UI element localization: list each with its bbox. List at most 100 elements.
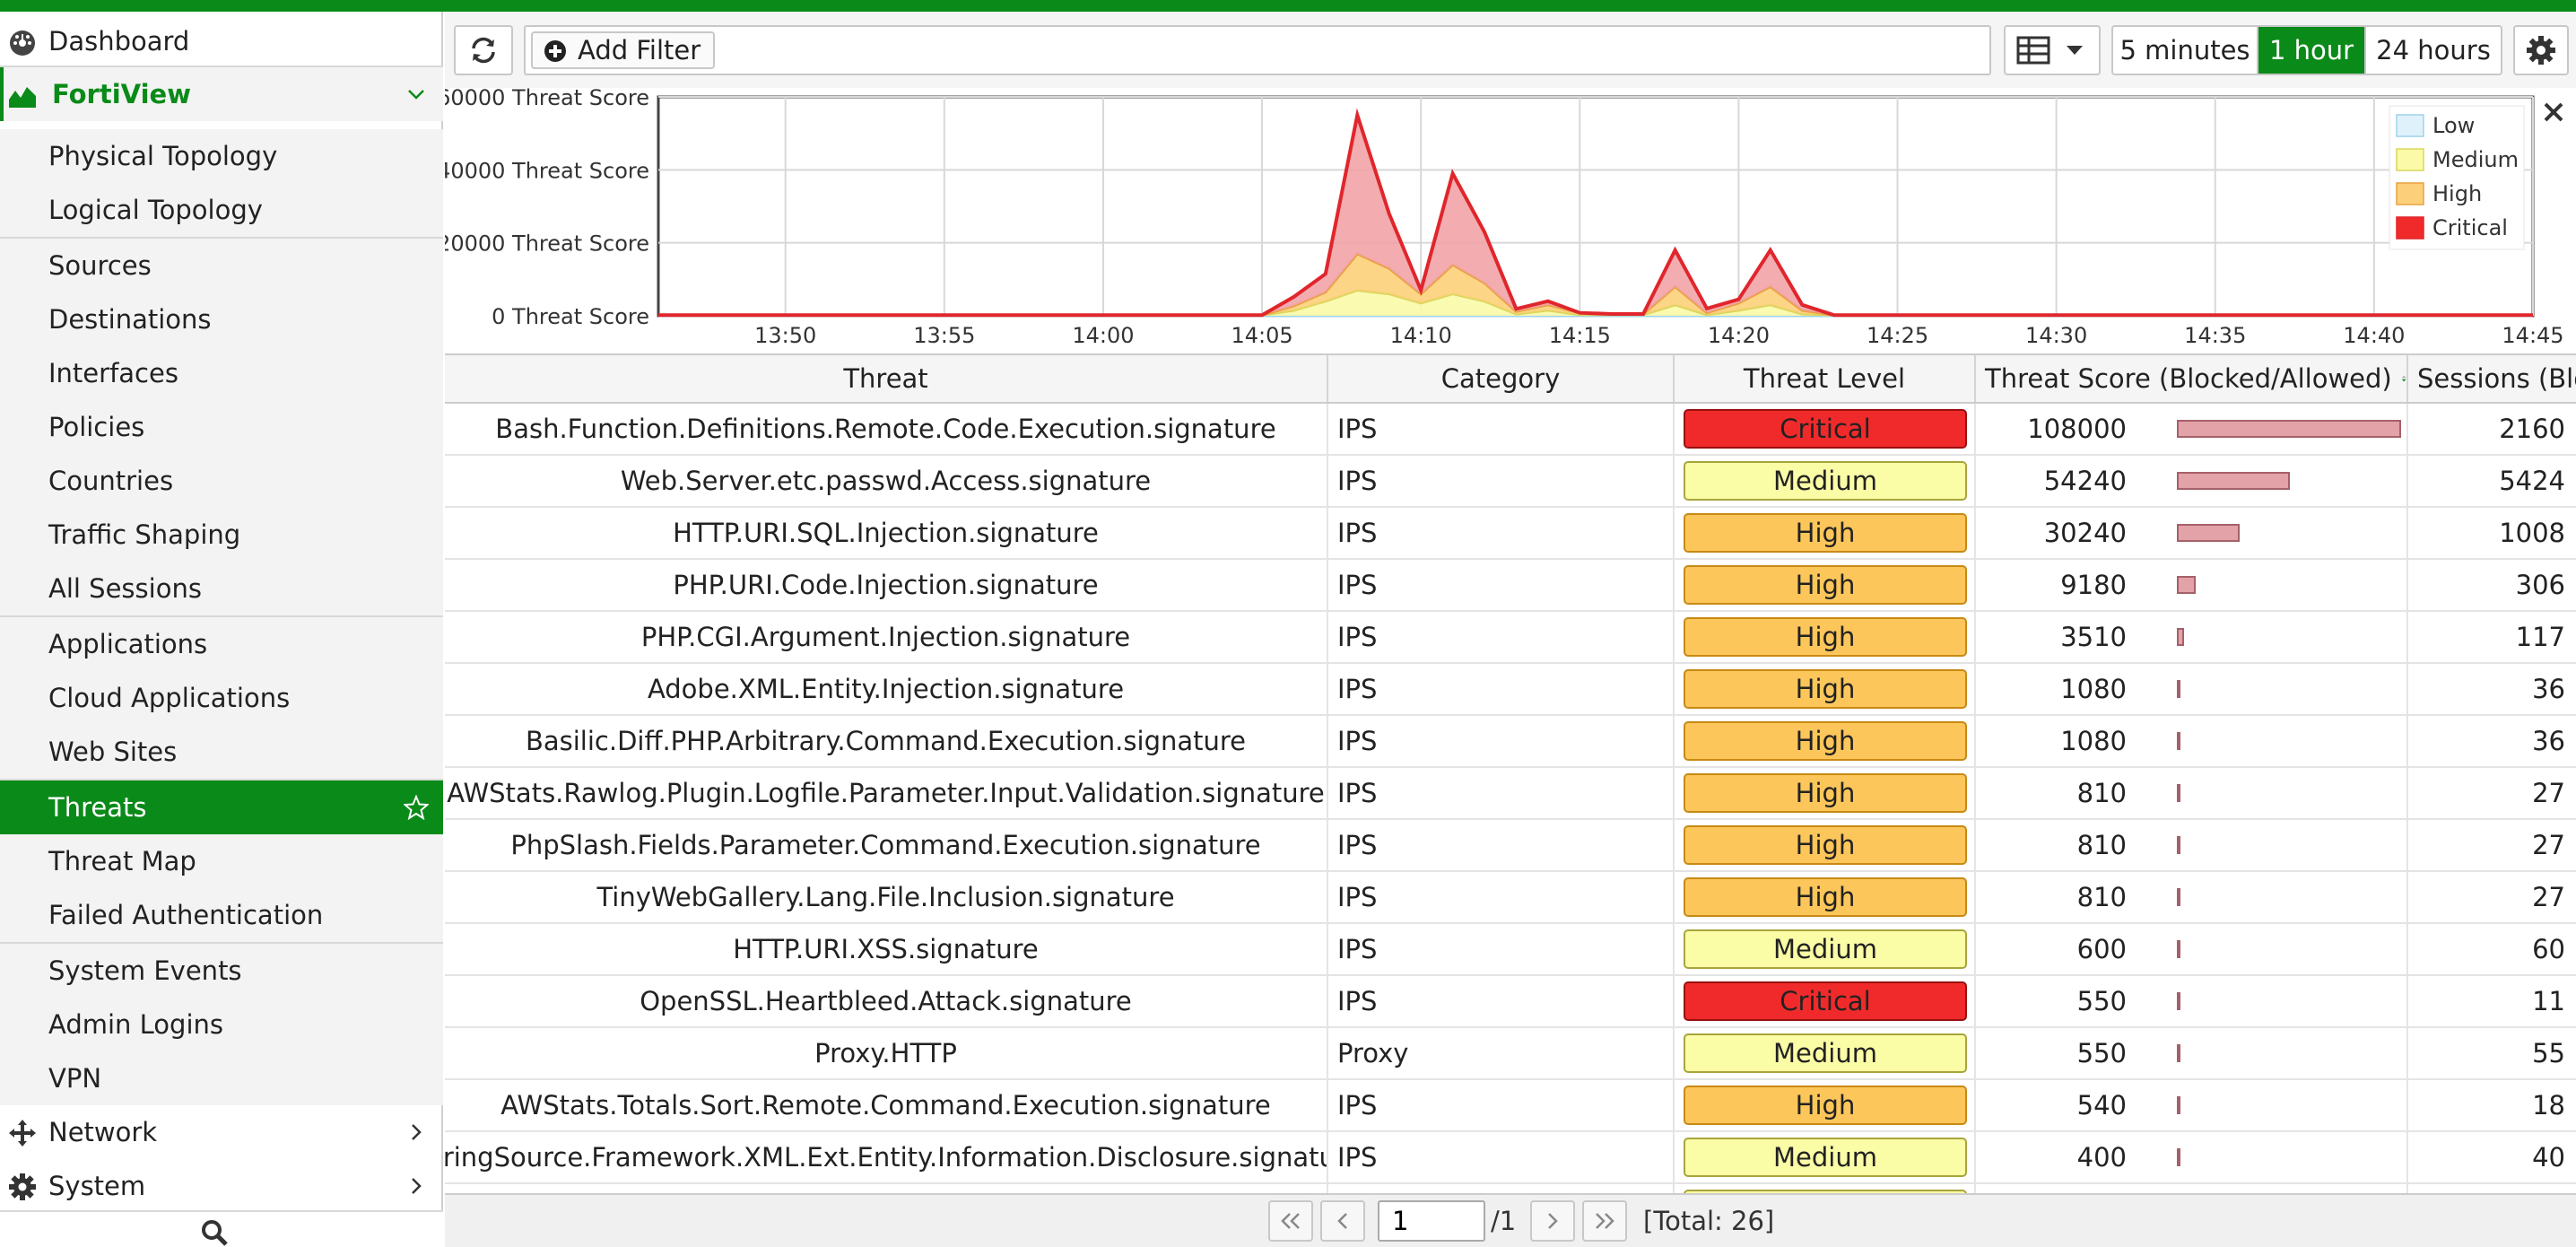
sidebar-item-physical-topology[interactable]: Physical Topology (0, 129, 443, 183)
table-row[interactable]: HTTP.URI.SQL.Injection.signature IPS High 3… (445, 508, 2576, 560)
sidebar-item-cloud-applications[interactable]: Cloud Applications (0, 671, 443, 725)
cell-category: IPS (1328, 820, 1675, 870)
threat-score-bar (2177, 680, 2180, 698)
table-row[interactable]: Medium (445, 1184, 2576, 1193)
refresh-button[interactable] (454, 25, 513, 75)
x-tick-label: 14:30 (2025, 323, 2087, 348)
previous-page-button[interactable] (1320, 1200, 1365, 1242)
sidebar-item-countries[interactable]: Countries (0, 454, 443, 508)
column-header-label: Threat (843, 363, 928, 394)
cell-threat-level: High (1675, 612, 1976, 662)
table-row[interactable]: TinyWebGallery.Lang.File.Inclusion.signa… (445, 872, 2576, 924)
table-row[interactable]: AWStats.Rawlog.Plugin.Logfile.Parameter.… (445, 768, 2576, 820)
cell-category: IPS (1328, 768, 1675, 818)
cell-category: IPS (1328, 1132, 1675, 1182)
page-number-input[interactable] (1378, 1200, 1485, 1242)
cell-category: IPS (1328, 560, 1675, 610)
gear-icon (9, 1173, 36, 1200)
threat-score-value: 9180 (2060, 570, 2127, 600)
next-page-button[interactable] (1530, 1200, 1575, 1242)
sidebar-item-failed-authentication[interactable]: Failed Authentication (0, 888, 443, 942)
time-option-1-hour[interactable]: 1 hour (2258, 27, 2366, 74)
sidebar-item-all-sessions[interactable]: All Sessions (0, 562, 443, 615)
table-row[interactable]: PHP.CGI.Argument.Injection.signature IPS H… (445, 612, 2576, 664)
sidebar-item-threat-map[interactable]: Threat Map (0, 834, 443, 888)
sidebar-item-destinations[interactable]: Destinations (0, 292, 443, 346)
sidebar-item-policies[interactable]: Policies (0, 400, 443, 454)
table-row[interactable]: Web.Server.etc.passwd.Access.signature IP… (445, 456, 2576, 508)
sidebar-item-label: System (48, 1171, 146, 1201)
column-header-threat-level[interactable]: Threat Level (1675, 355, 1976, 402)
cell-threat-score (1976, 1184, 2408, 1193)
sidebar-item-label: Web Sites (48, 737, 178, 767)
column-header-label: Sessions (Blo (2417, 363, 2576, 394)
time-option-5-minutes[interactable]: 5 minutes (2113, 27, 2258, 74)
table-row[interactable]: AWStats.Totals.Sort.Remote.Command.Execu… (445, 1080, 2576, 1132)
close-chart-button[interactable] (2544, 102, 2563, 122)
threat-score-bar (2177, 992, 2180, 1010)
filter-bar[interactable]: Add Filter (524, 25, 1991, 75)
settings-button[interactable] (2513, 25, 2569, 75)
category-text: IPS (1337, 1142, 1378, 1173)
sidebar-item-system[interactable]: System (0, 1159, 443, 1213)
sidebar-item-label: System Events (48, 955, 242, 986)
cell-threat (445, 1184, 1328, 1193)
sidebar-item-interfaces[interactable]: Interfaces (0, 346, 443, 400)
add-filter-button[interactable]: Add Filter (531, 31, 716, 69)
threat-level-badge: High (1684, 721, 1967, 761)
threat-name: AWStats.Rawlog.Plugin.Logfile.Parameter.… (447, 778, 1325, 808)
column-header-threat-score[interactable]: Threat Score (Blocked/Allowed) (1976, 355, 2408, 402)
table-row[interactable]: Proxy.HTTP Proxy Medium 550 55 (445, 1028, 2576, 1080)
column-header-threat[interactable]: Threat (445, 355, 1328, 402)
chevron-right-icon (1548, 1213, 1558, 1229)
cell-threat: PhpSlash.Fields.Parameter.Command.Execut… (445, 820, 1328, 870)
sidebar-item-system-events[interactable]: System Events (0, 944, 443, 998)
cell-threat: PHP.CGI.Argument.Injection.signature (445, 612, 1328, 662)
sidebar-item-logical-topology[interactable]: Logical Topology (0, 183, 443, 237)
cell-threat-level: High (1675, 820, 1976, 870)
sidebar-item-sources[interactable]: Sources (0, 239, 443, 292)
sidebar-item-admin-logins[interactable]: Admin Logins (0, 998, 443, 1051)
view-type-dropdown[interactable] (2004, 25, 2101, 75)
column-header-sessions[interactable]: Sessions (Blo (2408, 355, 2576, 402)
table-row[interactable]: Adobe.XML.Entity.Injection.signature IPS H… (445, 664, 2576, 716)
sessions-value: 55 (2532, 1038, 2565, 1068)
first-page-button[interactable] (1268, 1200, 1313, 1242)
table-row[interactable]: HTTP.URI.XSS.signature IPS Medium 600 60 (445, 924, 2576, 976)
sidebar-item-label: VPN (48, 1063, 102, 1094)
last-page-button[interactable] (1582, 1200, 1627, 1242)
cell-threat-score: 810 (1976, 820, 2408, 870)
table-row[interactable]: Basilic.Diff.PHP.Arbitrary.Command.Execu… (445, 716, 2576, 768)
sidebar-item-traffic-shaping[interactable]: Traffic Shaping (0, 508, 443, 562)
column-header-label: Threat Score (Blocked/Allowed) (1985, 363, 2392, 394)
table-row[interactable]: OpenSSL.Heartbleed.Attack.signature IPS Cr… (445, 976, 2576, 1028)
cell-sessions: 27 (2408, 768, 2576, 818)
star-icon[interactable] (404, 795, 429, 820)
chart-x-axis: 13:50 13:55 14:00 14:05 14:10 14:15 14:20 14:25… (754, 323, 2563, 348)
sidebar-item-applications[interactable]: Applications (0, 617, 443, 671)
sidebar-item-fortiview[interactable]: FortiView (0, 67, 443, 121)
threat-score-value: 600 (2076, 934, 2127, 964)
legend-label: High (2432, 181, 2482, 206)
column-header-category[interactable]: Category (1328, 355, 1675, 402)
sidebar-item-threats[interactable]: Threats (0, 780, 443, 834)
chevron-right-icon (412, 1124, 422, 1140)
sidebar-item-network[interactable]: Network (0, 1105, 443, 1159)
sidebar-item-dashboard[interactable]: Dashboard (0, 14, 443, 68)
sidebar-item-web-sites[interactable]: Web Sites (0, 725, 443, 779)
sidebar-item-label: Interfaces (48, 358, 178, 388)
table-row[interactable]: PhpSlash.Fields.Parameter.Command.Execut… (445, 820, 2576, 872)
y-tick-label: 60000 Threat Score (445, 88, 649, 110)
threat-level-badge: High (1684, 669, 1967, 709)
sidebar-search[interactable] (0, 1210, 443, 1247)
sidebar-item-vpn[interactable]: VPN (0, 1051, 443, 1105)
cell-sessions: 5424 (2408, 456, 2576, 506)
sessions-value: 11 (2532, 986, 2565, 1016)
time-option-24-hours[interactable]: 24 hours (2366, 27, 2501, 74)
sidebar-item-label: Cloud Applications (48, 683, 291, 713)
caret-down-icon (2067, 46, 2083, 55)
sessions-value: 36 (2532, 726, 2565, 756)
table-row[interactable]: PHP.URI.Code.Injection.signature IPS High 9… (445, 560, 2576, 612)
table-row[interactable]: SpringSource.Framework.XML.Ext.Entity.In… (445, 1132, 2576, 1184)
table-row[interactable]: Bash.Function.Definitions.Remote.Code.Ex… (445, 404, 2576, 456)
